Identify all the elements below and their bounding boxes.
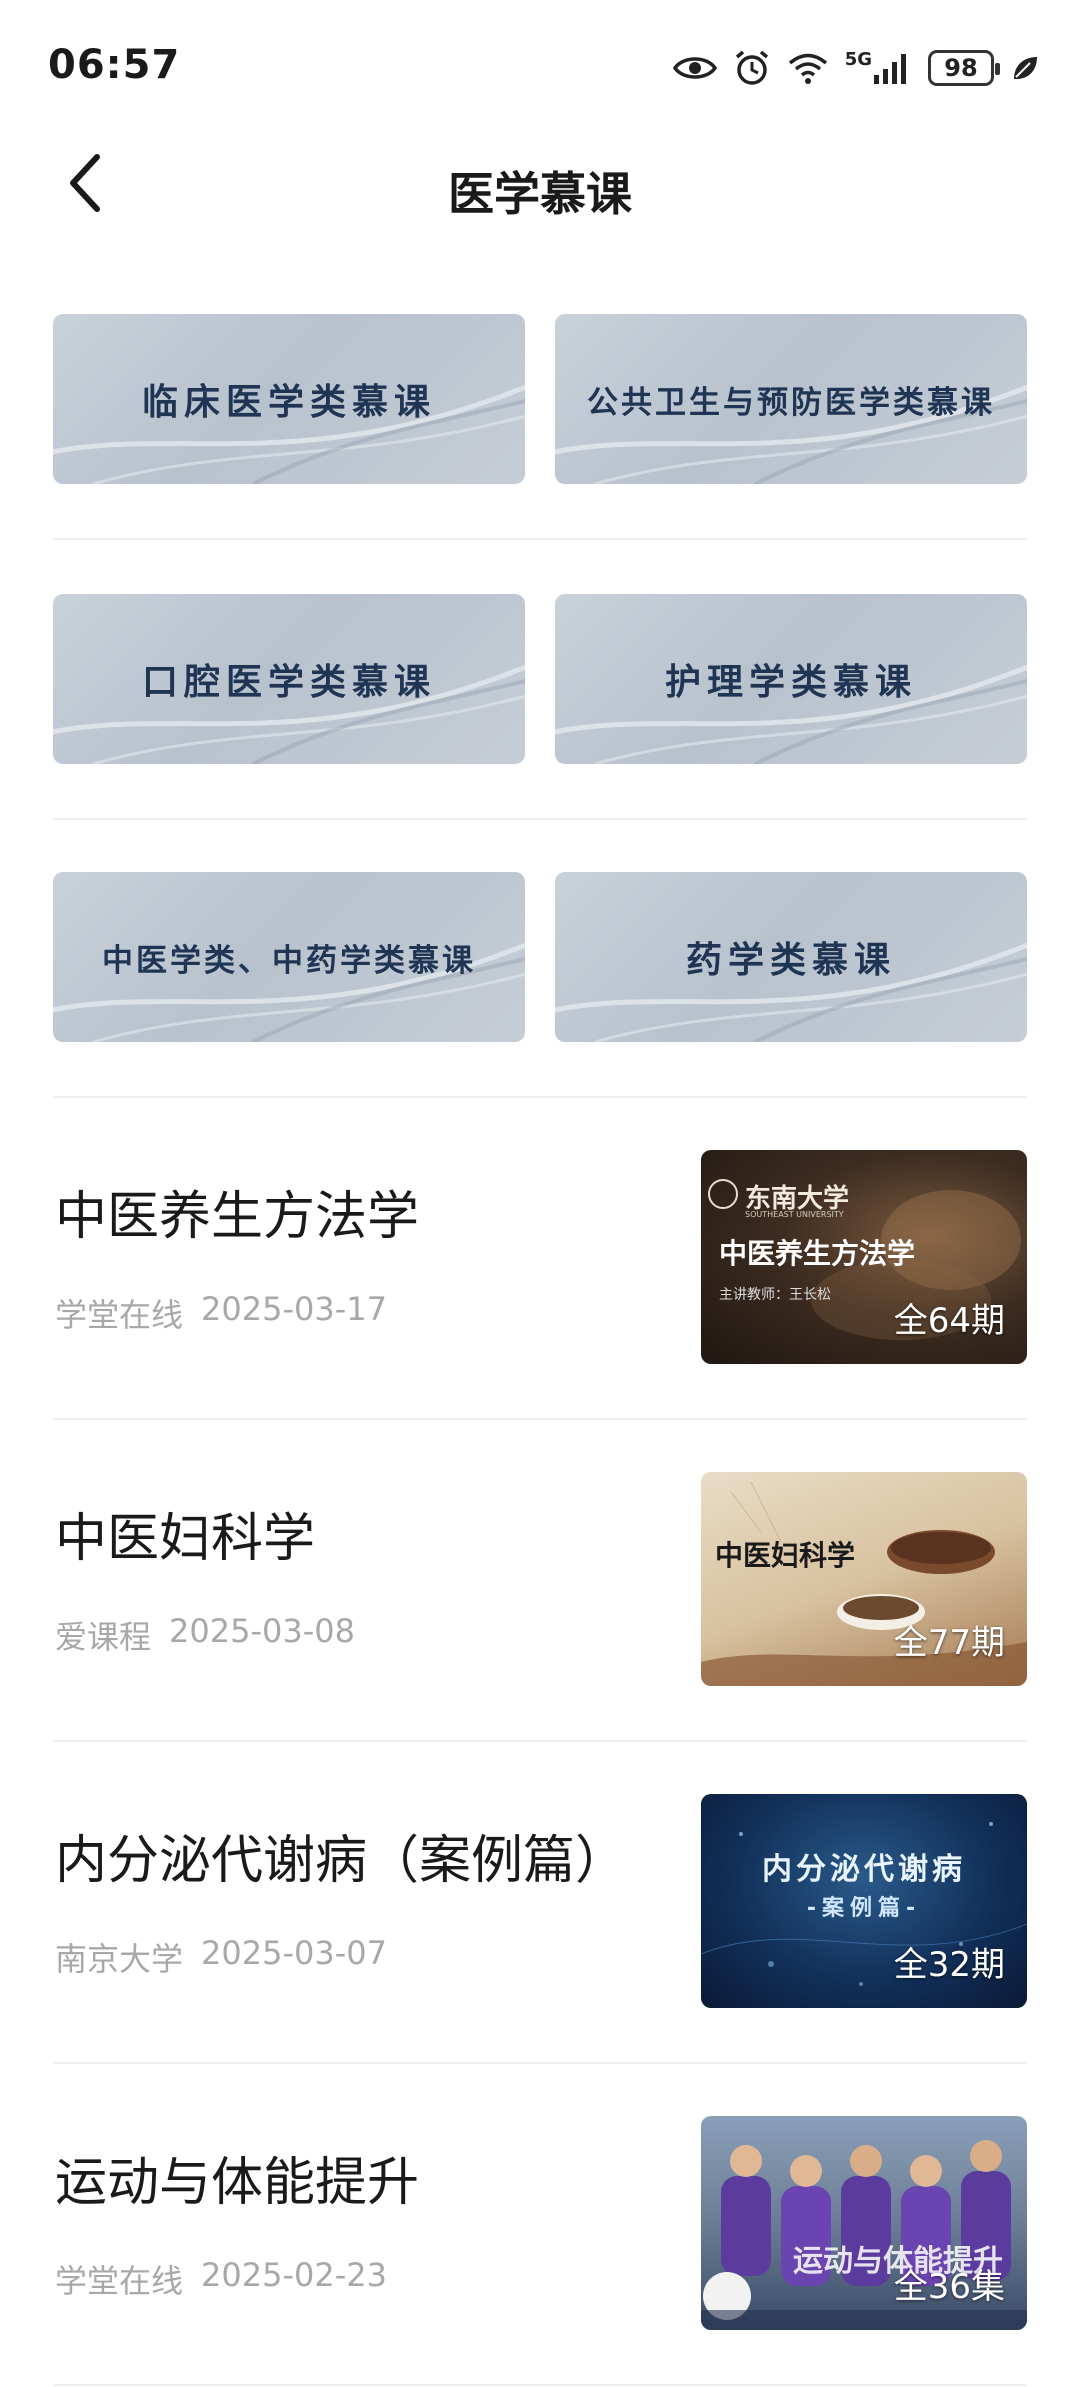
status-time: 06:57: [48, 42, 181, 88]
course-thumbnail: 运动与体能提升 全36集: [701, 2116, 1027, 2330]
battery-icon: 98: [928, 50, 1000, 86]
eye-icon: [672, 53, 717, 83]
course-meta: 爱课程 2025-03-08: [55, 1612, 355, 1658]
course-title: 中医养生方法学: [55, 1187, 420, 1247]
category-stomatology[interactable]: 口腔医学类慕课: [53, 594, 525, 764]
course-source: 爱课程: [55, 1618, 152, 1656]
leaf-icon: [1010, 53, 1040, 83]
course-date: 2025-03-08: [169, 1612, 355, 1650]
network-type: 5G: [844, 49, 872, 70]
episode-count: 全36集: [893, 2267, 1005, 2307]
divider: [53, 1096, 1027, 1098]
course-title: 中医妇科学: [55, 1509, 316, 1569]
thumb-subtitle: -案例篇-: [806, 1896, 922, 1921]
divider: [53, 2062, 1027, 2064]
episode-count: 全64期: [893, 1301, 1005, 1341]
course-date: 2025-03-17: [201, 1290, 387, 1328]
course-item[interactable]: 内分泌代谢病（案例篇） 南京大学 2025-03-07 内分泌代谢病 -案例篇-…: [53, 1794, 1027, 2008]
course-date: 2025-03-07: [201, 1934, 387, 1972]
category-tcm[interactable]: 中医学类、中药学类慕课: [53, 872, 525, 1042]
course-thumbnail: 内分泌代谢病 -案例篇- 全32期: [701, 1794, 1027, 2008]
divider: [53, 538, 1027, 540]
course-meta: 学堂在线 2025-02-23: [55, 2256, 387, 2302]
course-item[interactable]: 中医养生方法学 学堂在线 2025-03-17 东南大学 SOUTHEAST U…: [53, 1150, 1027, 1364]
thumb-subtitle: 主讲教师：王长松: [719, 1287, 831, 1303]
divider: [53, 2384, 1027, 2386]
course-title: 内分泌代谢病（案例篇）: [55, 1831, 628, 1891]
category-label: 药学类慕课: [685, 939, 896, 981]
category-label: 口腔医学类慕课: [141, 661, 436, 703]
signal-icon: 5G: [845, 51, 912, 85]
category-label: 临床医学类慕课: [141, 381, 436, 423]
divider: [53, 818, 1027, 820]
category-clinical-medicine[interactable]: 临床医学类慕课: [53, 314, 525, 484]
course-title: 运动与体能提升: [55, 2153, 420, 2213]
course-thumbnail: 中医妇科学 全77期: [701, 1472, 1027, 1686]
episode-count: 全32期: [893, 1945, 1005, 1985]
course-meta: 南京大学 2025-03-07: [55, 1934, 387, 1980]
episode-count: 全77期: [893, 1623, 1005, 1663]
category-row-2: 口腔医学类慕课 护理学类慕课: [53, 594, 1027, 764]
category-label: 中医学类、中药学类慕课: [102, 942, 476, 979]
course-source: 南京大学: [55, 1940, 184, 1978]
header: 医学慕课: [0, 130, 1080, 240]
page-title: 医学慕课: [448, 167, 632, 221]
course-item[interactable]: 中医妇科学 爱课程 2025-03-08 中医妇科学 全77期: [53, 1472, 1027, 1686]
category-label: 公共卫生与预防医学类慕课: [587, 384, 995, 421]
thumb-title: 内分泌代谢病: [762, 1852, 966, 1887]
thumb-logo-en: SOUTHEAST UNIVERSITY: [745, 1210, 844, 1219]
divider: [53, 1418, 1027, 1420]
thumb-title: 中医养生方法学: [719, 1237, 916, 1270]
category-row-1: 临床医学类慕课 公共卫生与预防医学类慕课: [53, 314, 1027, 484]
category-pharmacy[interactable]: 药学类慕课: [555, 872, 1027, 1042]
category-row-3: 中医学类、中药学类慕课 药学类慕课: [53, 872, 1027, 1042]
category-public-health[interactable]: 公共卫生与预防医学类慕课: [555, 314, 1027, 484]
course-source: 学堂在线: [55, 1296, 184, 1334]
course-source: 学堂在线: [55, 2262, 184, 2300]
category-label: 护理学类慕课: [664, 661, 917, 703]
course-item[interactable]: 运动与体能提升 学堂在线 2025-02-23 运动与体能提升 全36集: [53, 2116, 1027, 2330]
thumb-title: 中医妇科学: [715, 1539, 856, 1572]
category-nursing[interactable]: 护理学类慕课: [555, 594, 1027, 764]
course-date: 2025-02-23: [201, 2256, 387, 2294]
status-bar: 06:57 5G 98: [0, 0, 1080, 120]
course-thumbnail: 东南大学 SOUTHEAST UNIVERSITY 中医养生方法学 主讲教师：王…: [701, 1150, 1027, 1364]
course-meta: 学堂在线 2025-03-17: [55, 1290, 387, 1336]
divider: [53, 1740, 1027, 1742]
status-icons: 5G 98: [672, 44, 1040, 92]
wifi-icon: [787, 51, 829, 85]
alarm-icon: [733, 49, 771, 87]
